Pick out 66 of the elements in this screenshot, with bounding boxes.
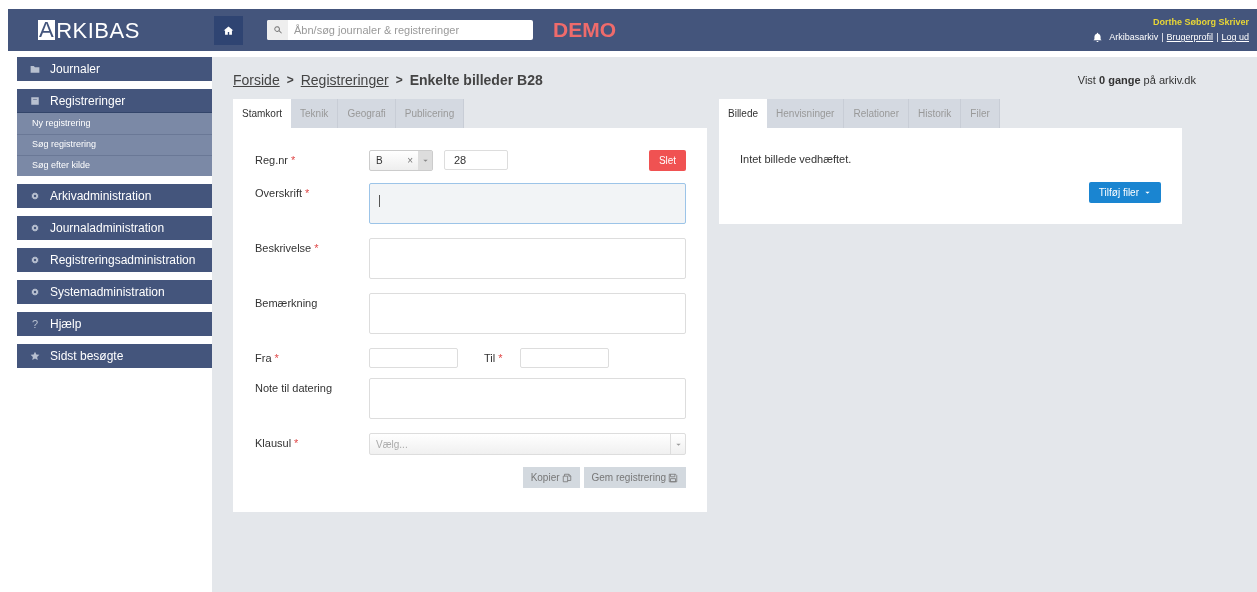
breadcrumb-link[interactable]: Registreringer xyxy=(300,69,389,91)
search-icon xyxy=(272,25,283,35)
header-link[interactable]: Log ud xyxy=(1221,31,1249,45)
series-select[interactable]: B × xyxy=(369,150,433,171)
field-label: Bemærkning xyxy=(255,296,318,311)
text-area[interactable] xyxy=(369,183,686,224)
tab[interactable]: Stamkort xyxy=(233,99,291,128)
add-files-button[interactable]: Tilføj filer xyxy=(1088,181,1161,203)
required-mark: * xyxy=(314,241,319,256)
floppy-icon xyxy=(668,472,678,483)
required-mark: * xyxy=(305,186,310,201)
demo-label: DEMO xyxy=(553,17,616,44)
number-field[interactable]: 28 xyxy=(444,150,508,170)
home-icon xyxy=(223,24,234,36)
text-area[interactable] xyxy=(369,293,686,334)
required-mark: * xyxy=(291,153,296,168)
chevron-separator: > xyxy=(395,72,403,89)
sidebar-item[interactable]: Registreringsadministration xyxy=(17,248,212,272)
user-name: Dorthe Søborg Skriver xyxy=(1152,15,1249,29)
settings-icon xyxy=(30,191,40,201)
field-label: Til xyxy=(484,351,496,366)
sidebar-item[interactable]: Arkivadministration xyxy=(17,184,212,208)
sidebar-item[interactable]: Sidst besøgte xyxy=(17,344,212,368)
bell-icon xyxy=(1092,32,1104,44)
settings-icon xyxy=(30,287,40,297)
tab[interactable]: Billede xyxy=(719,99,768,128)
archive-name: Arkibasarkiv xyxy=(1109,31,1159,44)
field-label: Fra xyxy=(255,351,272,366)
sidebar-item[interactable]: Registreringer xyxy=(17,89,212,113)
settings-icon xyxy=(30,255,40,265)
home-button[interactable] xyxy=(214,15,243,45)
required-mark: * xyxy=(498,351,503,366)
header-link[interactable]: Brugerprofil xyxy=(1166,31,1214,45)
field-label: Overskrift xyxy=(255,186,303,201)
sidebar-item[interactable]: Journaler xyxy=(17,57,212,81)
field-label: Klausul xyxy=(255,436,292,451)
separator: | xyxy=(1161,31,1164,44)
caret-icon xyxy=(421,157,429,164)
settings-icon xyxy=(30,223,40,233)
sidebar-item[interactable]: Journaladministration xyxy=(17,216,212,240)
text-area[interactable] xyxy=(369,238,686,279)
breadcrumb-link[interactable]: Forside xyxy=(233,69,280,91)
chevron-separator: > xyxy=(286,72,294,89)
field-label: Beskrivelse xyxy=(255,241,312,256)
text-area[interactable] xyxy=(369,378,686,419)
star-icon xyxy=(30,351,40,361)
date-field[interactable] xyxy=(369,348,458,368)
field-label: Reg.nr xyxy=(255,153,289,168)
no-image-message: Intet billede vedhæftet. xyxy=(740,152,852,167)
submenu-item[interactable]: Ny registrering xyxy=(17,113,212,134)
view-count: Vist 0 gange på arkiv.dk xyxy=(1077,72,1196,88)
sidebar-item[interactable]: ? Hjælp xyxy=(17,312,212,336)
required-mark: * xyxy=(294,436,299,451)
field-label: Note til datering xyxy=(255,381,333,396)
app-logo: ARKIBAS xyxy=(37,16,141,45)
required-mark: * xyxy=(274,351,279,366)
clear-icon: × xyxy=(407,153,413,168)
sidebar-item[interactable]: Systemadministration xyxy=(17,280,212,304)
copy-icon xyxy=(561,472,572,483)
date-field[interactable] xyxy=(520,348,609,368)
folder-icon xyxy=(30,64,40,74)
separator: | xyxy=(1216,31,1219,44)
search-field[interactable]: Åbn/søg journaler & registreringer xyxy=(267,20,533,40)
text-cursor xyxy=(379,195,380,207)
help-icon: ? xyxy=(30,315,40,333)
page-title: Enkelte billeder B28 xyxy=(409,70,543,90)
